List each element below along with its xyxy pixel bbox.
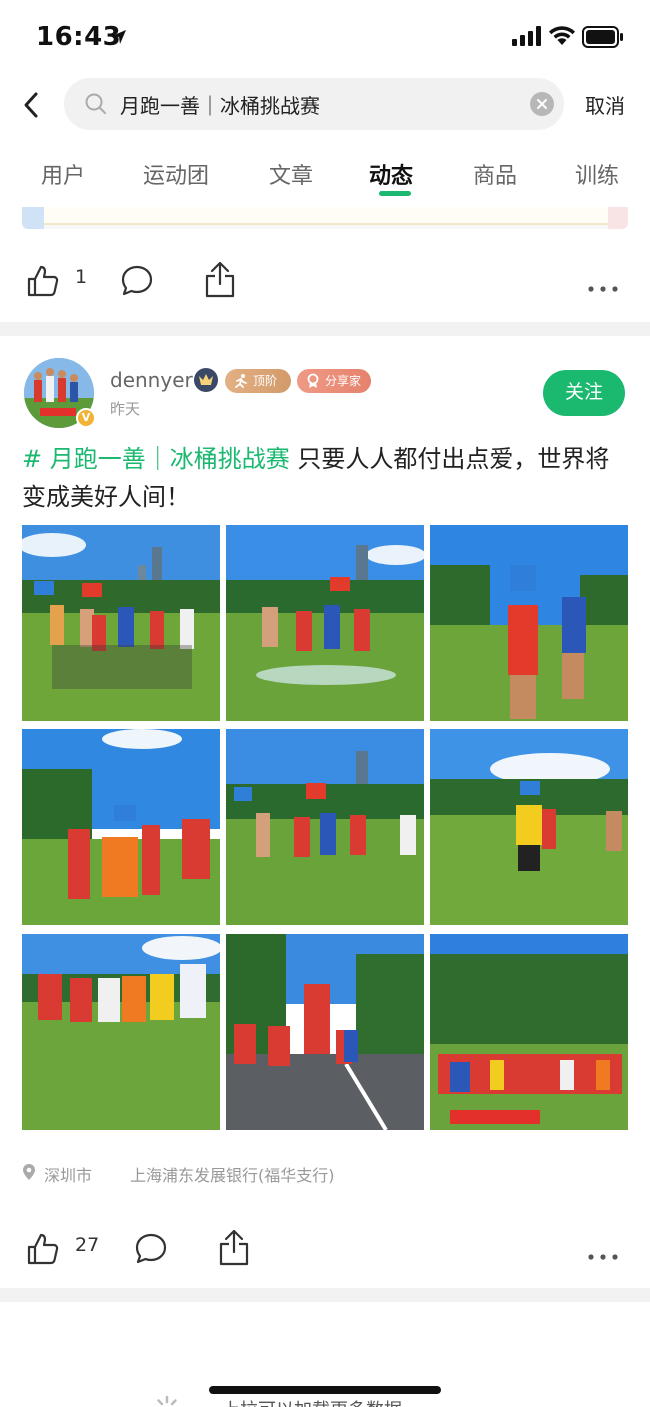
status-bar: 16:43 — [0, 0, 650, 76]
post-photo[interactable] — [22, 525, 220, 721]
post-time: 昨天 — [110, 400, 141, 418]
tab-products[interactable]: 商品 — [473, 158, 517, 190]
runner-icon — [235, 374, 247, 388]
post-username[interactable]: dennyer — [110, 368, 193, 392]
wifi-icon — [548, 24, 576, 50]
search-query: 月跑一善｜冰桶挑战赛 — [120, 94, 320, 118]
level-badge: 顶阶 — [225, 369, 291, 393]
share-button[interactable] — [204, 260, 236, 302]
post-photo[interactable] — [226, 729, 424, 925]
post-actions: 27 — [0, 1224, 650, 1274]
sharer-badge: 分享家 — [297, 369, 371, 393]
clear-search-button[interactable] — [530, 92, 554, 116]
more-dots-icon — [588, 286, 618, 292]
post-photo[interactable] — [226, 934, 424, 1130]
like-button[interactable] — [26, 264, 60, 302]
comment-bubble-icon — [135, 1233, 167, 1264]
more-dots-icon — [588, 1254, 618, 1260]
tab-training[interactable]: 训练 — [575, 158, 619, 190]
like-count: 27 — [75, 1234, 100, 1256]
comment-bubble-icon — [121, 265, 153, 296]
like-button[interactable] — [26, 1232, 60, 1270]
location-pin-icon — [22, 1163, 36, 1185]
thumbs-up-icon — [27, 265, 59, 297]
comment-button[interactable] — [134, 1232, 168, 1270]
share-icon — [205, 261, 235, 298]
level-badge-label: 顶阶 — [253, 374, 278, 388]
post-photo[interactable] — [430, 934, 628, 1130]
search-input[interactable]: 月跑一善｜冰桶挑战赛 — [64, 78, 564, 130]
share-icon — [219, 1229, 249, 1266]
post-photo[interactable] — [430, 525, 628, 721]
active-tab-indicator — [379, 191, 411, 196]
post-photo[interactable] — [22, 934, 220, 1130]
loading-spinner-icon — [152, 1394, 182, 1407]
share-button[interactable] — [218, 1228, 250, 1270]
post-photo[interactable] — [226, 525, 424, 721]
location-arrow-icon — [110, 28, 128, 50]
chevron-left-icon — [24, 92, 38, 118]
like-count: 1 — [75, 266, 88, 288]
home-indicator[interactable] — [209, 1386, 441, 1394]
tab-users[interactable]: 用户 — [41, 158, 85, 190]
back-button[interactable] — [20, 90, 44, 120]
close-icon — [537, 99, 547, 109]
location-place: 上海浦东发展银行(福华支行) — [130, 1166, 335, 1185]
location-city: 深圳市 — [44, 1166, 93, 1185]
post-divider — [0, 322, 650, 336]
sharer-badge-label: 分享家 — [325, 374, 362, 388]
battery-icon — [582, 26, 624, 52]
previous-post-media[interactable] — [22, 207, 628, 229]
tab-articles[interactable]: 文章 — [269, 158, 313, 190]
thumbs-up-icon — [27, 1233, 59, 1265]
more-options-button[interactable] — [588, 1246, 618, 1265]
post-photo[interactable] — [22, 729, 220, 925]
more-options-button[interactable] — [588, 278, 618, 297]
cellular-signal-icon — [512, 26, 544, 50]
status-time: 16:43 — [36, 22, 122, 52]
search-header: 月跑一善｜冰桶挑战赛 取消 — [0, 78, 650, 132]
post-photo[interactable] — [430, 729, 628, 925]
medal-icon — [307, 373, 319, 388]
verified-badge: V — [76, 408, 96, 428]
previous-post-actions: 1 — [0, 256, 650, 306]
tab-sports-groups[interactable]: 运动团 — [143, 158, 209, 190]
post-body: # 月跑一善｜冰桶挑战赛 只要人人都付出点爱，世界将变成美好人间！ — [22, 440, 628, 516]
category-tabs: 用户 运动团 文章 动态 商品 训练 — [0, 150, 650, 200]
follow-button[interactable]: 关注 — [543, 370, 625, 416]
post-divider — [0, 1288, 650, 1302]
crown-icon — [194, 368, 218, 392]
search-icon — [84, 92, 108, 120]
tab-feed[interactable]: 动态 — [369, 158, 413, 190]
load-more-text: 上拉可以加载更多数据 — [222, 1396, 402, 1407]
hashtag-link[interactable]: # 月跑一善｜冰桶挑战赛 — [22, 445, 290, 473]
comment-button[interactable] — [120, 264, 154, 302]
cancel-button[interactable]: 取消 — [585, 90, 625, 119]
